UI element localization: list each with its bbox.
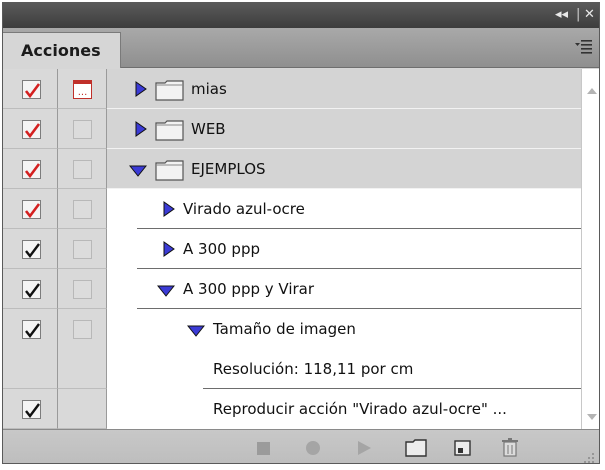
toggle-dialog-icon[interactable] <box>73 320 92 339</box>
command-label: Reproducir acción "Virado azul-ocre" ... <box>213 400 507 418</box>
collapse-triangle-icon[interactable] <box>156 283 176 301</box>
play-icon[interactable] <box>355 439 373 461</box>
toggle-item-checkbox[interactable] <box>22 160 41 179</box>
action-row[interactable]: Virado azul-ocre <box>3 189 581 229</box>
action-set-row[interactable]: ... mias <box>3 69 581 109</box>
actions-panel: ◂◂ | ✕ Acciones ... mias WEB EJEMPLOS Vi… <box>2 2 600 464</box>
expand-triangle-icon[interactable] <box>163 241 175 261</box>
action-set-row[interactable]: WEB <box>3 109 581 149</box>
toggle-dialog-icon[interactable] <box>73 120 92 139</box>
action-set-label: EJEMPLOS <box>191 160 266 178</box>
panel-title-bar: ◂◂ | ✕ <box>3 3 599 28</box>
folder-icon <box>155 79 185 101</box>
toggle-dialog-icon[interactable] <box>73 160 92 179</box>
resize-grip-icon[interactable] <box>583 450 595 463</box>
action-label: A 300 ppp <box>183 240 260 258</box>
action-set-row[interactable]: EJEMPLOS <box>3 149 581 189</box>
action-label: A 300 ppp y Virar <box>183 280 315 298</box>
toggle-item-checkbox[interactable] <box>22 400 41 419</box>
command-row[interactable]: Reproducir acción "Virado azul-ocre" ... <box>3 389 581 429</box>
svg-text:...: ... <box>78 87 88 98</box>
command-label: Tamaño de imagen <box>213 320 356 338</box>
scroll-down-icon[interactable] <box>586 407 598 425</box>
folder-icon <box>155 159 185 181</box>
action-row[interactable]: A 300 ppp y Virar <box>3 269 581 309</box>
toggle-dialog-icon[interactable] <box>73 240 92 259</box>
expand-triangle-icon[interactable] <box>135 121 147 141</box>
toggle-item-checkbox[interactable] <box>22 80 41 99</box>
toggle-item-checkbox[interactable] <box>22 200 41 219</box>
toggle-dialog-icon[interactable] <box>73 200 92 219</box>
scroll-up-icon[interactable] <box>586 81 598 99</box>
action-set-label: mias <box>191 80 227 98</box>
title-divider: | <box>576 7 581 22</box>
tab-acciones[interactable]: Acciones <box>3 32 121 68</box>
trash-icon[interactable] <box>500 437 520 461</box>
command-detail-row: Resolución: 118,11 por cm <box>3 349 581 389</box>
actions-list: ... mias WEB EJEMPLOS Virado azul-ocre A… <box>3 69 581 429</box>
close-icon[interactable]: ✕ <box>584 6 595 24</box>
action-set-label: WEB <box>191 120 226 138</box>
stop-icon[interactable] <box>255 439 273 461</box>
record-icon[interactable] <box>303 439 323 461</box>
double-chevron-left-icon[interactable]: ◂◂ <box>555 6 568 24</box>
action-label: Virado azul-ocre <box>183 200 305 218</box>
folder-icon[interactable] <box>405 439 427 461</box>
new-item-icon[interactable] <box>453 439 473 461</box>
folder-icon <box>155 119 185 141</box>
expand-triangle-icon[interactable] <box>135 81 147 101</box>
panel-tab-bar: Acciones <box>3 28 599 68</box>
expand-triangle-icon[interactable] <box>163 201 175 221</box>
toggle-dialog-icon[interactable]: ... <box>73 80 92 99</box>
action-row[interactable]: A 300 ppp <box>3 229 581 269</box>
command-row[interactable]: Tamaño de imagen <box>3 309 581 389</box>
collapse-triangle-icon[interactable] <box>186 323 206 341</box>
toggle-item-checkbox[interactable] <box>22 120 41 139</box>
toggle-item-checkbox[interactable] <box>22 240 41 259</box>
panel-menu-icon[interactable] <box>575 38 593 54</box>
toggle-item-checkbox[interactable] <box>22 280 41 299</box>
command-detail-label: Resolución: 118,11 por cm <box>213 360 414 378</box>
collapse-triangle-icon[interactable] <box>128 163 148 181</box>
panel-toolbar <box>3 429 599 463</box>
vertical-scrollbar[interactable] <box>581 69 599 429</box>
toggle-dialog-icon[interactable] <box>73 280 92 299</box>
toggle-item-checkbox[interactable] <box>22 320 41 339</box>
